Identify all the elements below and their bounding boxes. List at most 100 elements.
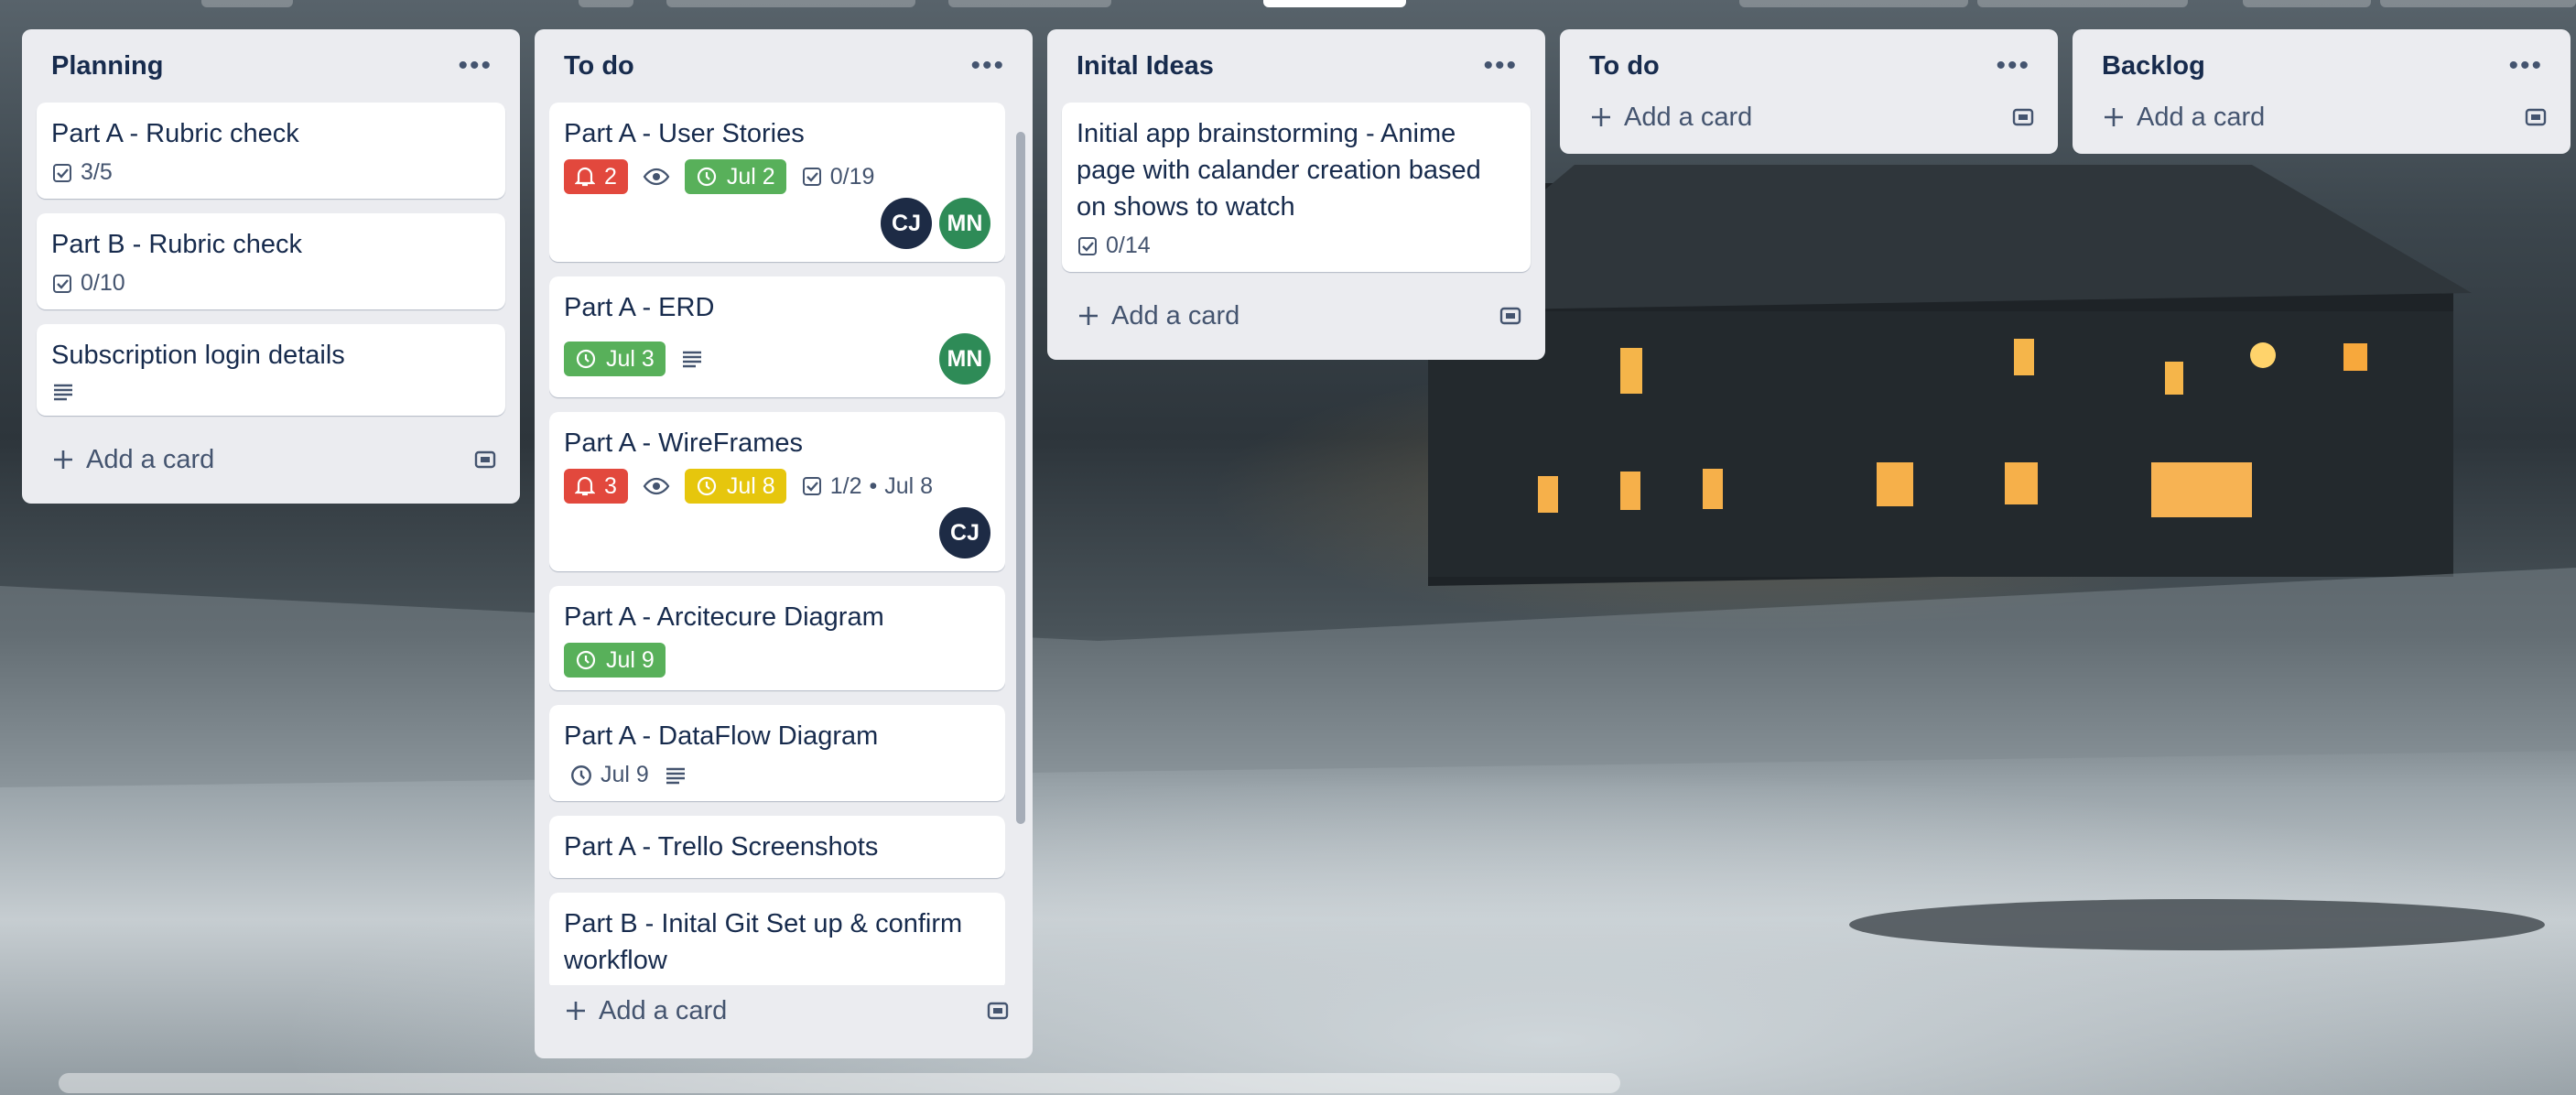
due-date: Jul 9 <box>601 762 649 787</box>
list-menu-icon[interactable]: ••• <box>1483 50 1518 81</box>
plus-icon <box>54 450 72 469</box>
due-date-badge[interactable]: Jul 2 <box>684 159 786 194</box>
due-date-badge[interactable]: Jul 8 <box>684 469 786 504</box>
due-date: Jul 8 <box>726 472 775 499</box>
card-title: Part A - ERD <box>564 293 715 322</box>
checklist-count: 3/5 <box>81 159 113 185</box>
add-card-button[interactable]: Add a card <box>1062 287 1531 345</box>
bell-icon <box>575 167 595 187</box>
list-header[interactable]: Inital Ideas ••• <box>1062 29 1531 103</box>
card-title: Part B - Rubric check <box>51 230 302 259</box>
list-title[interactable]: To do <box>564 51 634 81</box>
topbar-item[interactable] <box>2243 0 2371 7</box>
add-card-button[interactable]: Add a card <box>2087 88 2556 146</box>
due-date: Jul 9 <box>606 646 655 673</box>
list-to-do-2: To do ••• Add a card <box>1560 29 2058 154</box>
topbar-item[interactable] <box>1263 0 1406 7</box>
checkbox-icon <box>53 163 71 182</box>
list-header[interactable]: To do ••• <box>549 29 1018 103</box>
board-horizontal-scrollbar[interactable] <box>59 1073 1620 1093</box>
card-title: Part A - Rubric check <box>51 119 299 148</box>
card[interactable]: Part A - Rubric check 3/5 <box>37 103 505 199</box>
avatar[interactable]: CJ <box>939 507 990 558</box>
add-card-label: Add a card <box>599 995 728 1025</box>
list-title[interactable]: Planning <box>51 51 163 81</box>
list-menu-icon[interactable]: ••• <box>1996 50 2030 81</box>
topbar-item[interactable] <box>1977 0 2188 7</box>
checkbox-icon <box>802 168 821 186</box>
avatar[interactable]: MN <box>939 198 990 249</box>
card[interactable]: Part B - Inital Git Set up & confirm wor… <box>549 893 1005 985</box>
card[interactable]: Initial app brainstorming - Anime page w… <box>1062 103 1531 272</box>
list-planning: Planning ••• Part A - Rubric check 3/5 P… <box>22 29 520 504</box>
card[interactable]: Part A - ERD Jul 3 MN <box>549 276 1005 397</box>
checklist-badge: 3/5 <box>51 159 113 186</box>
due-date-badge[interactable]: Jul 9 <box>564 762 649 788</box>
list-menu-icon[interactable]: ••• <box>2508 50 2543 81</box>
list-header[interactable]: Planning ••• <box>37 29 505 103</box>
list-title[interactable]: To do <box>1589 51 1660 81</box>
add-card-button[interactable]: Add a card <box>37 430 505 489</box>
list-menu-icon[interactable]: ••• <box>970 50 1005 81</box>
card-title: Part A - DataFlow Diagram <box>564 721 879 751</box>
checklist-badge: 0/19 <box>801 163 875 190</box>
scrollbar-thumb[interactable] <box>1016 132 1025 824</box>
card[interactable]: Part A - User Stories 2 Jul 2 0/19 CJ MN <box>549 103 1005 262</box>
add-card-button[interactable]: Add a card <box>1575 88 2043 146</box>
notification-badge: 3 <box>564 469 628 504</box>
checkbox-icon <box>802 477 821 495</box>
card[interactable]: Part A - Trello Screenshots <box>549 816 1005 878</box>
description-icon <box>54 384 72 401</box>
add-card-label: Add a card <box>1624 102 1753 132</box>
topbar-item[interactable] <box>948 0 1111 7</box>
card[interactable]: Part A - WireFrames 3 Jul 8 1/2 • Jul 8 <box>549 412 1005 571</box>
clock-icon <box>576 650 596 670</box>
list-menu-icon[interactable]: ••• <box>458 50 492 81</box>
checkbox-icon <box>53 274 71 293</box>
checklist-due: Jul 8 <box>884 472 934 499</box>
cards-container[interactable]: Part A - User Stories 2 Jul 2 0/19 CJ MN… <box>549 103 1005 985</box>
card-title: Part A - WireFrames <box>564 428 804 458</box>
avatar[interactable]: MN <box>939 333 990 385</box>
separator-dot: • <box>869 472 878 499</box>
topbar-item[interactable] <box>666 0 915 7</box>
eye-icon <box>643 168 670 186</box>
plus-icon <box>567 1002 585 1020</box>
checkbox-icon <box>1078 236 1097 255</box>
list-to-do: To do ••• Part A - User Stories 2 Jul 2 … <box>535 29 1033 1058</box>
list-inital-ideas: Inital Ideas ••• Initial app brainstormi… <box>1047 29 1545 360</box>
due-date-badge[interactable]: Jul 3 <box>564 342 666 376</box>
card-title: Part B - Inital Git Set up & confirm wor… <box>564 909 963 975</box>
add-card-button[interactable]: Add a card <box>549 981 1018 1040</box>
list-title[interactable]: Backlog <box>2102 51 2205 81</box>
checklist-count: 1/2 <box>829 472 862 499</box>
description-icon <box>666 767 685 784</box>
list-title[interactable]: Inital Ideas <box>1077 51 1214 81</box>
card[interactable]: Part A - DataFlow Diagram Jul 9 <box>549 705 1005 801</box>
plus-icon <box>1592 108 1610 126</box>
notification-count: 2 <box>604 163 617 190</box>
list-scrollbar[interactable] <box>1016 132 1025 824</box>
checklist-count: 0/19 <box>829 163 875 190</box>
template-icon[interactable] <box>2523 104 2549 130</box>
notification-count: 3 <box>604 472 617 499</box>
topbar-item[interactable] <box>1739 0 1968 7</box>
topbar-item[interactable] <box>2380 0 2576 7</box>
template-icon[interactable] <box>985 998 1011 1024</box>
add-card-label: Add a card <box>86 444 215 474</box>
topbar-item[interactable] <box>201 0 293 7</box>
topbar-item[interactable] <box>579 0 633 7</box>
card[interactable]: Part A - Arcitecure Diagram Jul 9 <box>549 586 1005 690</box>
template-icon[interactable] <box>1498 303 1523 329</box>
due-date-badge[interactable]: Jul 9 <box>564 643 666 678</box>
card-title: Initial app brainstorming - Anime page w… <box>1077 119 1481 222</box>
card[interactable]: Part B - Rubric check 0/10 <box>37 213 505 309</box>
card[interactable]: Subscription login details <box>37 324 505 416</box>
checklist-badge: 1/2 • Jul 8 <box>801 473 933 500</box>
template-icon[interactable] <box>472 447 498 472</box>
avatar[interactable]: CJ <box>881 198 932 249</box>
eye-icon <box>643 477 670 495</box>
clock-icon <box>697 476 717 496</box>
due-date: Jul 2 <box>726 163 775 190</box>
template-icon[interactable] <box>2010 104 2036 130</box>
